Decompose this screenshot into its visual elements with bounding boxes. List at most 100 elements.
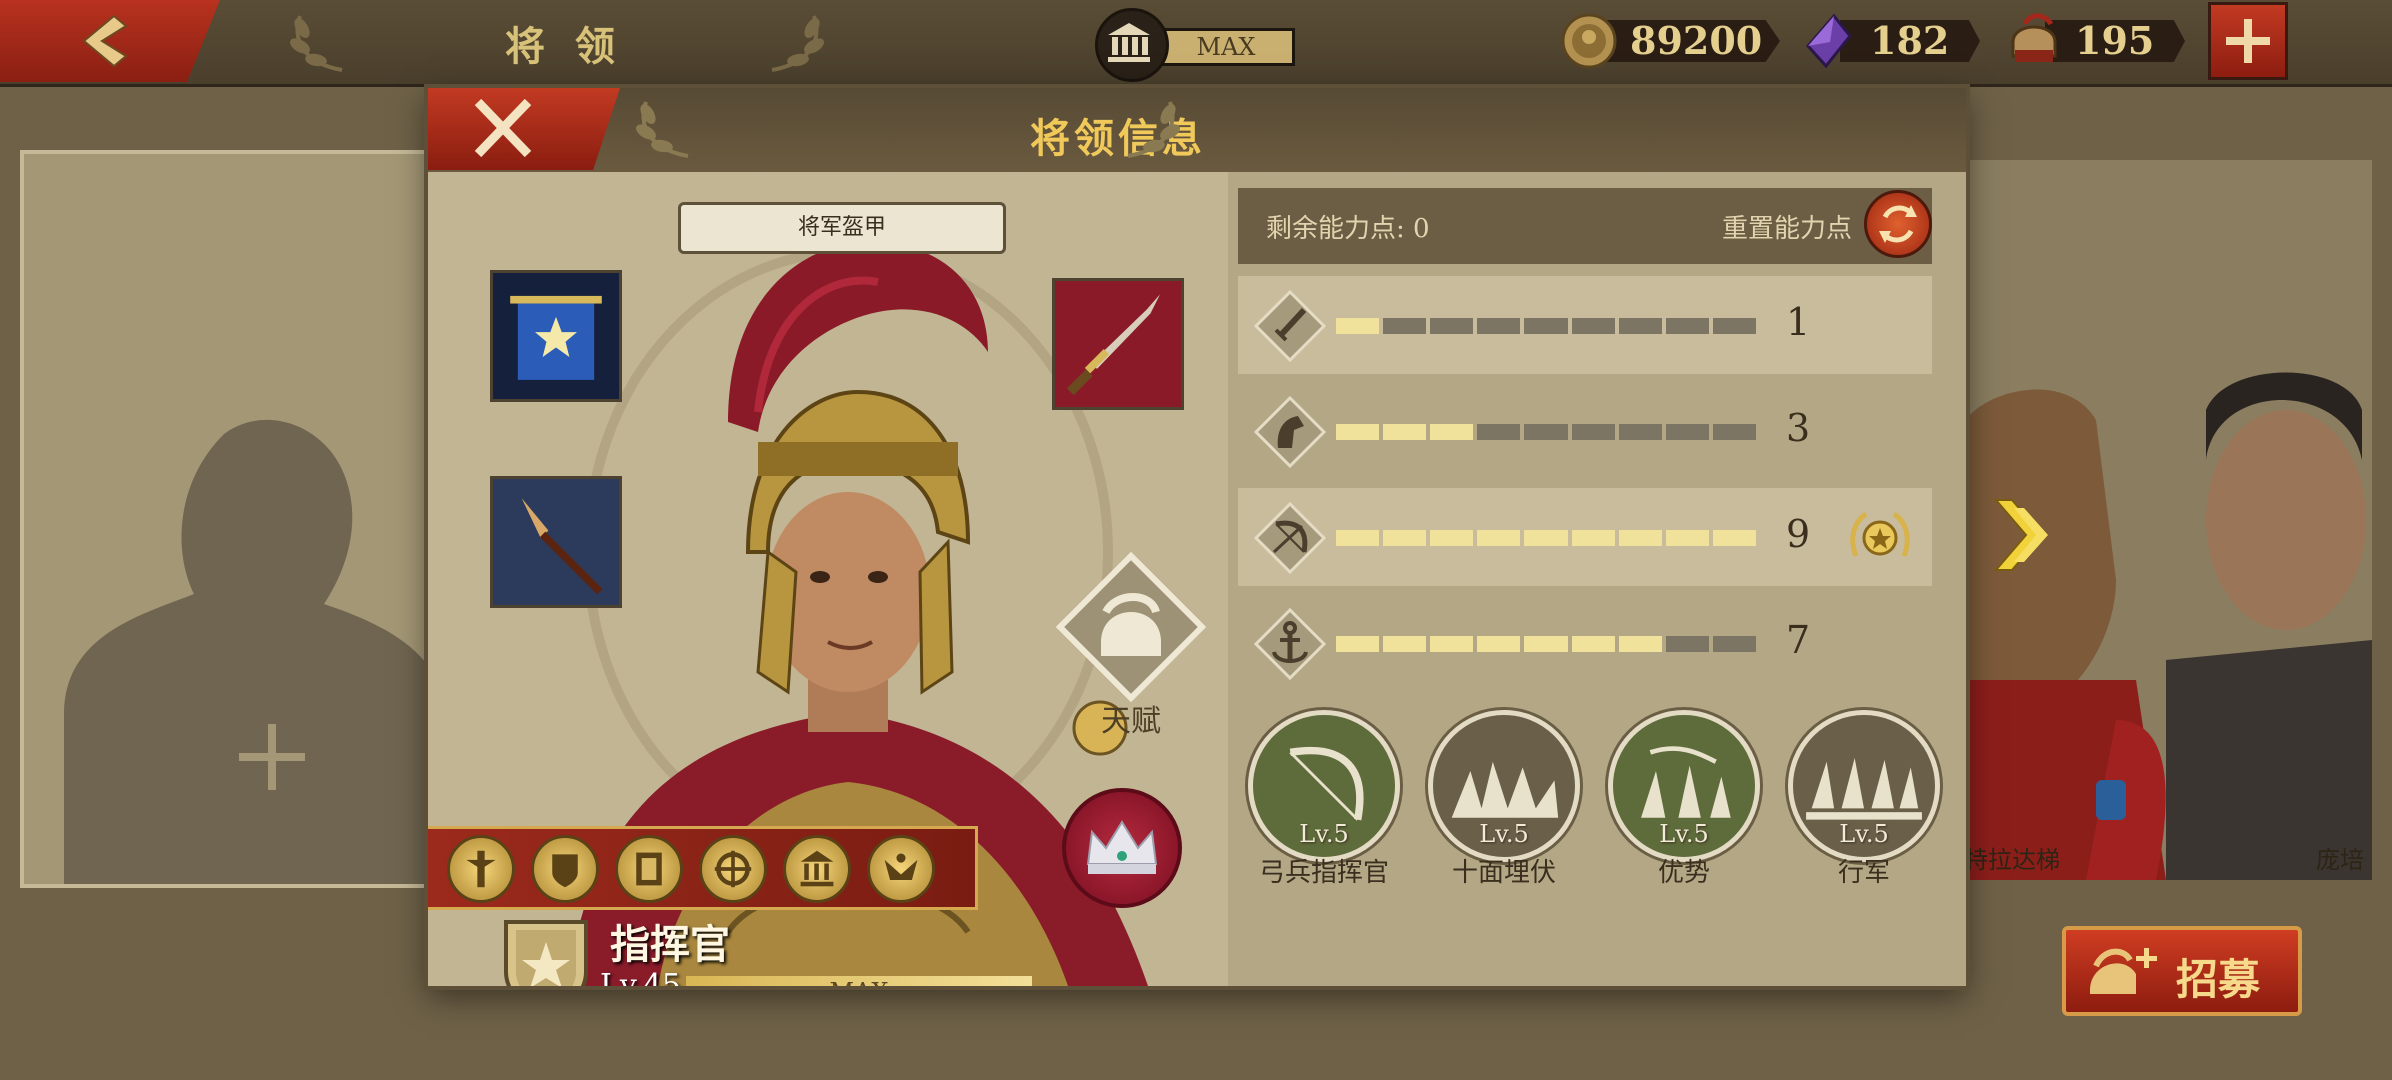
next-hero-arrow-icon[interactable] bbox=[1990, 490, 2060, 580]
add-resource-button[interactable] bbox=[2208, 2, 2288, 80]
empty-hero-slot[interactable] bbox=[20, 150, 448, 888]
gold-value: 89200 bbox=[1600, 20, 1780, 62]
skill-level: Lv.5 bbox=[1839, 820, 1889, 848]
stat-segment bbox=[1383, 424, 1427, 440]
stat-segment bbox=[1618, 530, 1662, 546]
stat-level-bar bbox=[1336, 318, 1756, 334]
stat-segment bbox=[1524, 636, 1568, 652]
page-title: 将 领 bbox=[505, 23, 623, 70]
stat-segment bbox=[1571, 530, 1615, 546]
general-level: Lv.45 bbox=[600, 968, 682, 986]
stat-segment bbox=[1524, 318, 1568, 334]
skill-advantage[interactable]: Lv.5 优势 bbox=[1608, 710, 1760, 888]
stat-level-bar bbox=[1336, 530, 1756, 546]
talent-label: 天赋 bbox=[1101, 704, 1161, 739]
skill-name: 十面埋伏 bbox=[1451, 858, 1556, 888]
skill-archer-commander[interactable]: Lv.5 弓兵指挥官 bbox=[1248, 710, 1400, 888]
plus-icon bbox=[2226, 19, 2270, 63]
rank-shield-icon bbox=[504, 920, 588, 986]
badge-banner-3[interactable] bbox=[615, 835, 683, 903]
badge-temple-5[interactable] bbox=[783, 835, 851, 903]
armor-title-badge: 将军盔甲 bbox=[678, 202, 1006, 254]
badge-compass-4[interactable] bbox=[699, 835, 767, 903]
stat-segment bbox=[1665, 424, 1709, 440]
stat-segment bbox=[1430, 318, 1474, 334]
sword-weapon-icon bbox=[1055, 281, 1181, 407]
stat-segment bbox=[1571, 318, 1615, 334]
gem-resource[interactable]: 182 bbox=[1800, 13, 1985, 69]
stat-level-bar bbox=[1336, 636, 1756, 652]
temple-building-icon bbox=[1095, 8, 1169, 82]
eagle-standard-icon bbox=[466, 850, 496, 888]
gold-coin-icon bbox=[1561, 13, 1617, 69]
stat-segment bbox=[1477, 424, 1521, 440]
equip-slot-spear[interactable] bbox=[490, 476, 622, 608]
badge-eagle-6[interactable] bbox=[867, 835, 935, 903]
back-button[interactable] bbox=[0, 0, 220, 82]
general-portrait-panel: 将军盔甲 天赋 指挥官 Lv.45 bbox=[428, 172, 1228, 986]
stat-row-infantry: 1 bbox=[1238, 276, 1932, 374]
reset-points-button[interactable] bbox=[1864, 190, 1932, 258]
skill-name: 优势 bbox=[1657, 858, 1710, 888]
building-level-indicator[interactable]: MAX bbox=[1095, 8, 1295, 82]
bow-icon bbox=[1254, 502, 1326, 574]
stat-segment bbox=[1665, 318, 1709, 334]
back-arrow-icon bbox=[82, 14, 128, 68]
stat-segment bbox=[1477, 530, 1521, 546]
badge-eagle-1[interactable] bbox=[447, 835, 515, 903]
skill-march[interactable]: Lv.5 行军 bbox=[1788, 710, 1940, 888]
stat-segment bbox=[1383, 530, 1427, 546]
skill-name: 弓兵指挥官 bbox=[1258, 858, 1389, 888]
refresh-icon bbox=[1879, 205, 1917, 243]
helmet-plus-icon bbox=[2090, 948, 2157, 994]
stat-segment bbox=[1712, 318, 1756, 334]
skill-name: 行军 bbox=[1837, 858, 1890, 888]
temple-badge-icon bbox=[800, 850, 834, 887]
laurel-left-icon bbox=[290, 15, 343, 72]
stat-segment bbox=[1430, 636, 1474, 652]
stat-segment bbox=[1383, 636, 1427, 652]
building-level-text: MAX bbox=[1157, 28, 1295, 66]
stat-level-bar bbox=[1336, 424, 1756, 440]
spqr-helmet-token-icon bbox=[2011, 13, 2057, 62]
general-info-modal: 将领信息 将军盔甲 天赋 指挥官 Lv.45 剩余能力点: 0 重置能力点 1 … bbox=[428, 88, 1966, 986]
stat-segment bbox=[1618, 318, 1662, 334]
crown-icon bbox=[1086, 820, 1158, 874]
level-progress-bar: MAX bbox=[686, 976, 1032, 986]
badge-shield-2[interactable] bbox=[531, 835, 599, 903]
crown-button[interactable] bbox=[1062, 788, 1182, 908]
stat-segment bbox=[1571, 636, 1615, 652]
talent-helmet-icon[interactable] bbox=[1056, 552, 1206, 702]
stat-segment bbox=[1477, 636, 1521, 652]
stat-value: 3 bbox=[1786, 406, 1811, 450]
stat-segment bbox=[1618, 636, 1662, 652]
banner-badge-icon bbox=[636, 852, 662, 886]
close-button[interactable] bbox=[428, 88, 620, 170]
stat-value: 1 bbox=[1786, 300, 1811, 344]
equip-slot-banner[interactable] bbox=[490, 270, 622, 402]
equip-slot-sword[interactable] bbox=[1052, 278, 1184, 410]
stat-segment bbox=[1618, 424, 1662, 440]
stat-segment bbox=[1336, 530, 1380, 546]
gem-value: 182 bbox=[1840, 20, 1980, 62]
anchor-icon bbox=[1254, 608, 1326, 680]
blue-banner-icon bbox=[493, 273, 619, 399]
hero-name-left: 特拉达梯 bbox=[1966, 846, 2060, 874]
purple-gem-icon bbox=[1805, 13, 1852, 69]
stat-segment bbox=[1712, 424, 1756, 440]
stat-segment bbox=[1712, 530, 1756, 546]
attributes-panel: 剩余能力点: 0 重置能力点 1 3 9 7 Lv.5 弓兵指挥官 Lv.5 十… bbox=[1228, 172, 1966, 986]
laurel-medal-icon bbox=[1850, 511, 1910, 557]
skill-ambush[interactable]: Lv.5 十面埋伏 bbox=[1428, 710, 1580, 888]
honor-badge-strip bbox=[428, 826, 978, 910]
stat-segment bbox=[1524, 424, 1568, 440]
skill-level: Lv.5 bbox=[1659, 820, 1709, 848]
token-resource[interactable]: 195 bbox=[2005, 13, 2190, 66]
stat-row-cavalry: 3 bbox=[1238, 382, 1932, 480]
gold-resource[interactable]: 89200 bbox=[1560, 13, 1780, 69]
stat-segment bbox=[1477, 318, 1521, 334]
recruit-button[interactable]: 招募 bbox=[2062, 926, 2302, 1016]
skill-level: Lv.5 bbox=[1479, 820, 1529, 848]
stat-row-navy: 7 bbox=[1238, 594, 1932, 692]
stat-segment bbox=[1665, 636, 1709, 652]
